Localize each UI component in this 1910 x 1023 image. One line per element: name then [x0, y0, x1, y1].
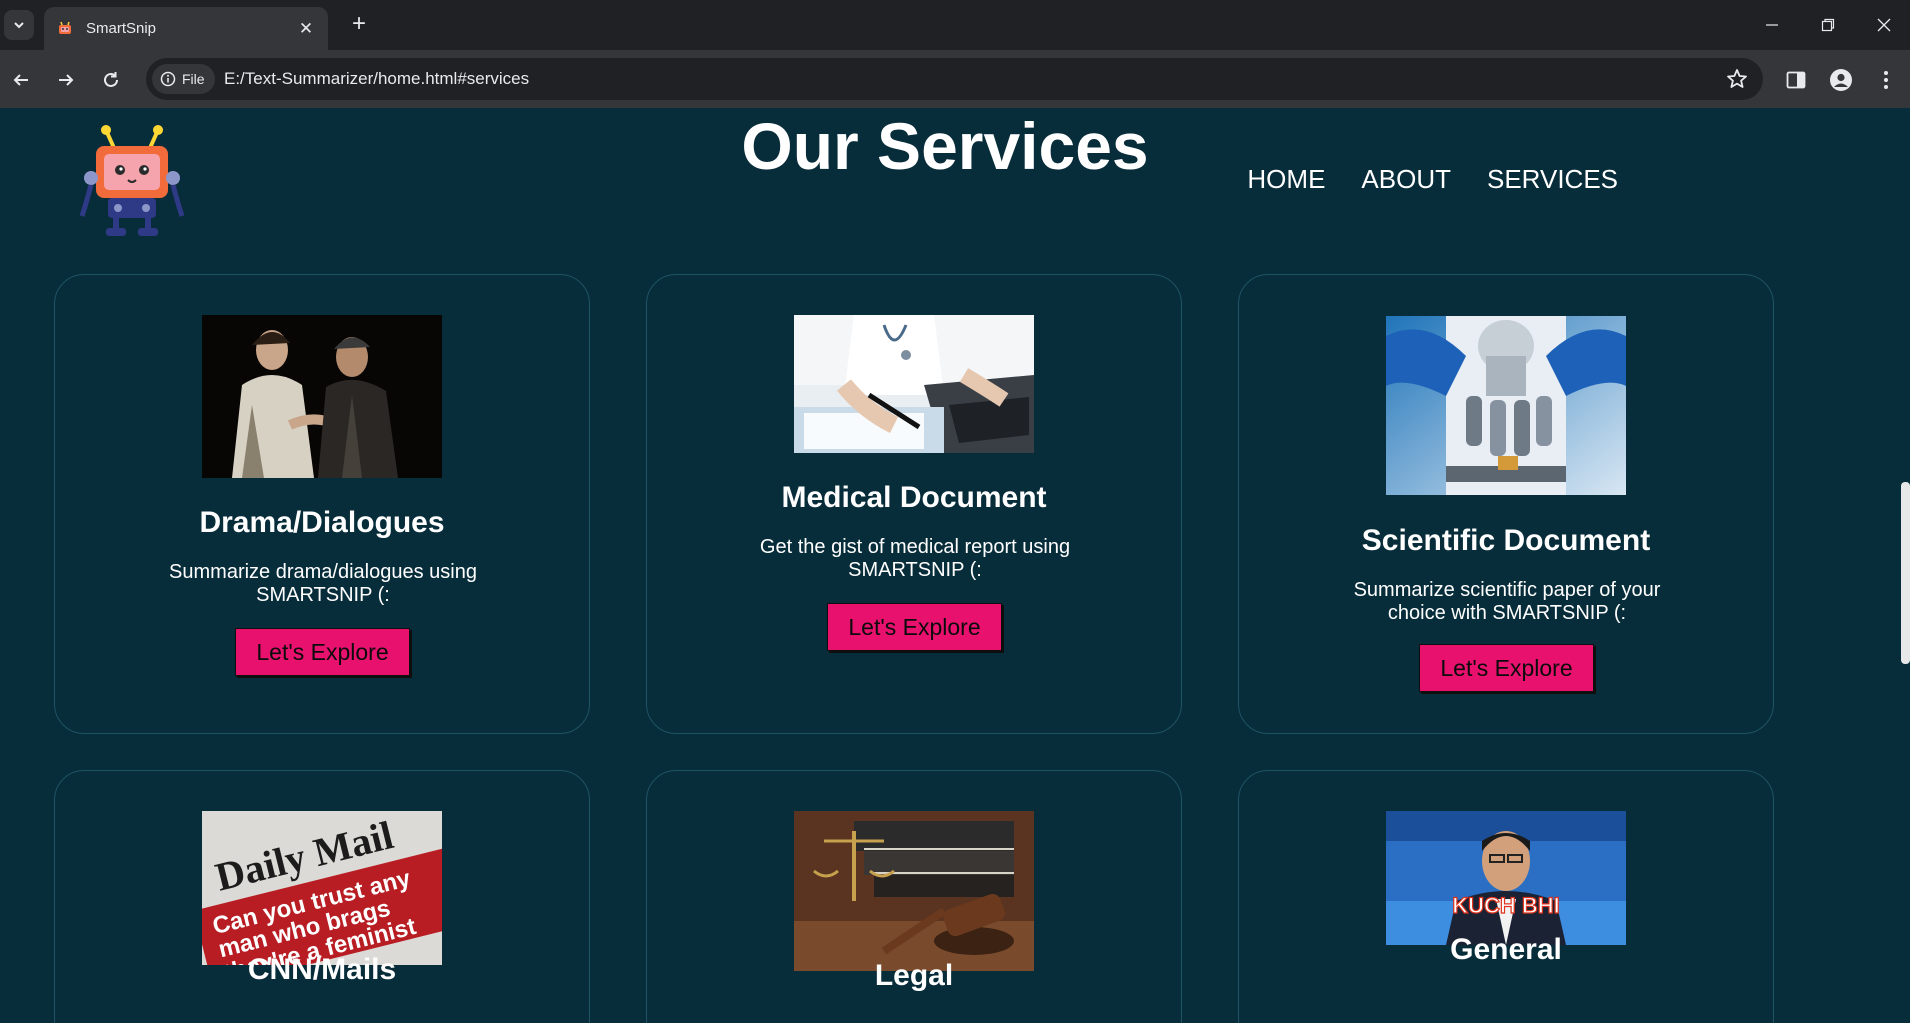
news-anchor-photo: KUCH BHI: [1386, 811, 1626, 945]
nav-home-link[interactable]: HOME: [1247, 164, 1325, 195]
service-card-general: KUCH BHI General: [1238, 770, 1774, 1023]
explore-button[interactable]: Let's Explore: [235, 628, 410, 676]
card-title: CNN/Mails: [247, 953, 397, 986]
meme-caption: KUCH BHI: [1452, 893, 1560, 918]
side-panel-icon[interactable]: [1783, 67, 1809, 93]
newspaper-photo: Daily Mail Can you trust any man who bra…: [202, 811, 442, 965]
service-card-cnn-mails: Daily Mail Can you trust any man who bra…: [54, 770, 590, 1023]
nav-about-link[interactable]: ABOUT: [1361, 164, 1451, 195]
close-tab-icon[interactable]: ✕: [296, 19, 316, 39]
reload-icon[interactable]: [98, 67, 124, 93]
main-nav: HOME ABOUT SERVICES: [1247, 164, 1618, 195]
minimize-icon[interactable]: [1758, 12, 1786, 38]
service-card-drama: Drama/Dialogues Summarize drama/dialogue…: [54, 274, 590, 734]
card-title: General: [1450, 933, 1562, 966]
site-info-chip[interactable]: File: [152, 64, 215, 94]
gavel-photo: [794, 811, 1034, 971]
service-card-medical: Medical Document Get the gist of medical…: [646, 274, 1182, 734]
card-title: Legal: [874, 959, 954, 992]
tab-title: SmartSnip: [86, 20, 157, 37]
card-description: Summarize scientific paper of your choic…: [1353, 579, 1661, 624]
profile-avatar-icon[interactable]: [1828, 67, 1854, 93]
drama-photo: [202, 315, 442, 478]
close-window-icon[interactable]: [1870, 12, 1898, 38]
card-title: Drama/Dialogues: [199, 506, 445, 539]
more-menu-icon[interactable]: [1873, 67, 1899, 93]
service-card-legal: Legal: [646, 770, 1182, 1023]
card-title: Scientific Document: [1361, 524, 1651, 557]
explore-button[interactable]: Let's Explore: [827, 603, 1002, 651]
browser-tab[interactable]: SmartSnip ✕: [44, 7, 328, 50]
new-tab-button[interactable]: +: [346, 12, 372, 38]
info-icon: [160, 71, 176, 87]
page-content: Our Services HOME ABOUT SERVICES Drama/D…: [0, 108, 1900, 1023]
doctor-photo: [794, 315, 1034, 453]
url-text[interactable]: E:/Text-Summarizer/home.html#services: [224, 69, 529, 89]
browser-tab-bar: SmartSnip ✕ +: [0, 0, 1910, 50]
nav-services-link[interactable]: SERVICES: [1487, 164, 1618, 195]
back-arrow-icon[interactable]: [8, 67, 34, 93]
scrollbar-thumb[interactable]: [1901, 482, 1910, 664]
browser-toolbar: File E:/Text-Summarizer/home.html#servic…: [0, 50, 1910, 108]
card-description: Summarize drama/dialogues using SMARTSNI…: [169, 561, 477, 606]
bookmark-star-icon[interactable]: [1725, 67, 1749, 96]
address-bar[interactable]: File E:/Text-Summarizer/home.html#servic…: [146, 58, 1763, 100]
microscope-photo: [1386, 316, 1626, 495]
chip-label: File: [182, 71, 205, 87]
service-card-scientific: Scientific Document Summarize scientific…: [1238, 274, 1774, 734]
chevron-down-icon: [14, 22, 24, 29]
explore-button[interactable]: Let's Explore: [1419, 644, 1594, 692]
card-title: Medical Document: [781, 481, 1047, 514]
robot-favicon-icon: [59, 21, 71, 34]
tab-search-button[interactable]: [4, 10, 34, 40]
forward-arrow-icon[interactable]: [53, 67, 79, 93]
restore-icon[interactable]: [1814, 12, 1842, 38]
card-description: Get the gist of medical report using SMA…: [759, 536, 1071, 581]
